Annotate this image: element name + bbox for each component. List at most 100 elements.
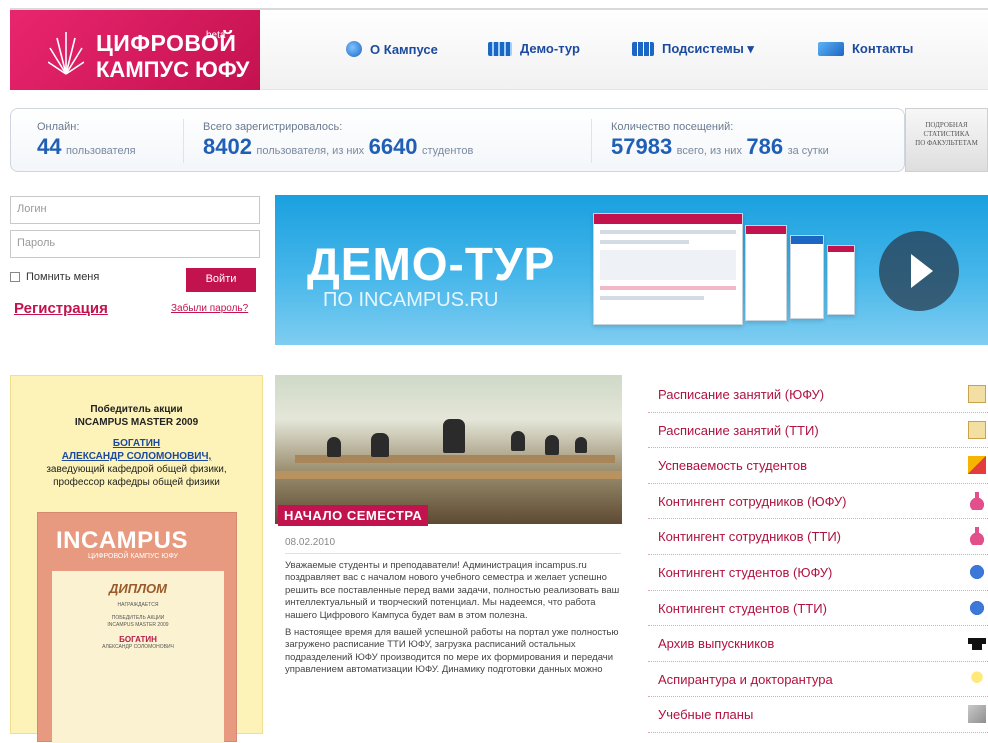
nav-subsystems-label: Подсистемы ▾	[662, 41, 754, 56]
link-staff-sfedu[interactable]: Контингент сотрудников (ЮФУ)	[648, 484, 988, 520]
nav-contacts[interactable]: Контакты	[818, 41, 913, 56]
nav-demo[interactable]: Демо-тур	[488, 41, 580, 56]
diploma-brand-sub: ЦИФРОВОЙ КАМПУС ЮФУ	[88, 553, 178, 560]
stat-students-unit: студентов	[422, 145, 474, 157]
screenshot-preview	[827, 245, 855, 315]
subsystem-links: Расписание занятий (ЮФУ) Расписание заня…	[648, 377, 988, 733]
register-link[interactable]: Регистрация	[14, 300, 108, 317]
remember-label: Помнить меня	[26, 271, 100, 283]
remember-me[interactable]: Помнить меня	[10, 271, 99, 283]
grid-icon	[632, 42, 654, 56]
diploma-awarded: НАГРАЖДАЕТСЯ	[117, 602, 159, 608]
stat-visits: Количество посещений: 57983 всего, из ни…	[611, 121, 829, 160]
winner-name-link[interactable]: БОГАТИН АЛЕКСАНДР СОЛОМОНОВИЧ,	[11, 437, 262, 463]
students-icon	[968, 562, 986, 581]
password-input[interactable]: Пароль	[10, 230, 260, 258]
globe-icon	[346, 41, 362, 57]
stats-divider	[183, 119, 184, 163]
nav-about-label: О Кампусе	[370, 41, 438, 57]
faculty-stats-line-3: ПО ФАКУЛЬТЕТАМ	[915, 139, 978, 148]
book-icon	[968, 705, 986, 724]
diploma-text-1: ПОБЕДИТЕЛЬ АКЦИИ	[111, 615, 165, 621]
logo-line-2: КАМПУС ЮФУ	[96, 57, 250, 82]
news-title[interactable]: НАЧАЛО СЕМЕСТРА	[278, 505, 429, 526]
winner-title-line-2: INCAMPUS MASTER 2009	[74, 416, 199, 428]
remember-checkbox[interactable]	[10, 272, 20, 282]
stat-registered-label: Всего зарегистрировалось:	[203, 121, 343, 133]
link-label: Контингент сотрудников (ЮФУ)	[658, 493, 847, 509]
news-photo[interactable]	[275, 375, 622, 524]
diploma-name-2: АЛЕКСАНДР СОЛОМОНОВИЧ	[102, 644, 174, 650]
faculty-stats-line-1: ПОДРОБНАЯ	[925, 121, 968, 129]
link-label: Расписание занятий (ЮФУ)	[658, 387, 825, 402]
screenshot-preview	[593, 213, 743, 325]
stat-registered: Всего зарегистрировалось: 8402 пользоват…	[203, 121, 473, 160]
diploma-text-2: INCAMPUS MASTER 2009	[107, 622, 169, 628]
login-button[interactable]: Войти	[186, 268, 256, 292]
staff-icon	[968, 527, 986, 546]
stats-divider	[591, 119, 592, 163]
winner-name-line-2: АЛЕКСАНДР СОЛОМОНОВИЧ,	[61, 451, 212, 462]
link-students-sfedu[interactable]: Контингент студентов (ЮФУ)	[648, 555, 988, 591]
link-grades[interactable]: Успеваемость студентов	[648, 448, 988, 484]
stat-visits-label: Количество посещений:	[611, 121, 734, 133]
demo-tour-banner[interactable]: ДЕМО-ТУР ПО INCAMPUS.RU	[275, 195, 988, 345]
news-paragraph-2: В настоящее время для вашей успешной раб…	[285, 627, 619, 676]
screenshot-preview	[745, 225, 787, 321]
play-icon[interactable]	[879, 231, 959, 311]
site-logo[interactable]: ЦИФРОВОЙ beta КАМПУС ЮФУ	[10, 10, 260, 90]
photo-person	[575, 437, 587, 453]
news-paragraph-1: Уважаемые студенты и преподаватели! Адми…	[285, 560, 620, 621]
logo-emblem-icon	[48, 32, 84, 75]
login-input[interactable]: Логин	[10, 196, 260, 224]
stat-daily-unit: за сутки	[787, 145, 829, 157]
nav-subsystems[interactable]: Подсистемы ▾	[632, 41, 754, 57]
photo-person	[371, 433, 389, 457]
link-label: Успеваемость студентов	[658, 458, 807, 474]
nav-contacts-label: Контакты	[852, 41, 914, 56]
link-label: Расписание занятий (ТТИ)	[658, 422, 819, 438]
winner-panel: Победитель акции INCAMPUS MASTER 2009 БО…	[10, 375, 263, 743]
stat-students-value: 6640	[368, 134, 418, 159]
photo-desk	[295, 455, 615, 463]
calendar-icon	[968, 420, 986, 439]
link-students-tti[interactable]: Контингент студентов (ТТИ)	[648, 591, 988, 627]
photo-desk	[275, 471, 622, 479]
link-alumni-archive[interactable]: Архив выпускников	[648, 626, 988, 662]
winner-title-line-1: Победитель акции	[90, 404, 183, 415]
stat-online-unit: пользователя	[65, 145, 136, 157]
faculty-stats-link[interactable]: ПОДРОБНАЯ СТАТИСТИКА ПО ФАКУЛЬТЕТАМ	[905, 108, 988, 172]
nav-demo-label: Демо-тур	[520, 41, 580, 56]
stat-registered-value: 8402	[203, 134, 252, 159]
graduation-cap-icon	[968, 634, 986, 653]
link-label: Архив выпускников	[658, 636, 775, 652]
news-date: 08.02.2010	[285, 537, 336, 548]
winner-name-line-1: БОГАТИН	[112, 438, 161, 449]
winner-desc-line-1: заведующий кафедрой общей физики,	[46, 464, 227, 475]
link-schedule-sfedu[interactable]: Расписание занятий (ЮФУ)	[648, 377, 988, 413]
link-postgraduate[interactable]: Аспирантура и докторантура	[648, 662, 988, 698]
photo-person	[511, 431, 525, 451]
diploma-brand: INCAMPUS	[56, 527, 189, 554]
diploma-image: INCAMPUS ЦИФРОВОЙ КАМПУС ЮФУ ДИПЛОМ НАГР…	[37, 512, 237, 743]
stat-visits-unit: всего, из них	[676, 145, 742, 157]
link-schedule-tti[interactable]: Расписание занятий (ТТИ)	[648, 413, 988, 449]
photo-person	[443, 419, 465, 453]
news-divider	[285, 553, 621, 554]
link-curricula[interactable]: Учебные планы	[648, 697, 988, 733]
banner-title: ДЕМО-ТУР	[307, 238, 556, 290]
link-staff-tti[interactable]: Контингент сотрудников (ТТИ)	[648, 519, 988, 555]
stats-bar: Онлайн: 44 пользователя Всего зарегистри…	[10, 108, 905, 172]
grades-icon	[968, 456, 986, 475]
forgot-password-link[interactable]: Забыли пароль?	[171, 303, 248, 314]
main-nav: О Кампусе Демо-тур Подсистемы ▾ Контакты	[260, 10, 988, 90]
screenshot-preview	[790, 235, 824, 319]
envelope-icon	[818, 41, 844, 56]
stat-online: Онлайн: 44 пользователя	[37, 121, 136, 160]
nav-about[interactable]: О Кампусе	[346, 41, 438, 57]
stat-registered-unit: пользователя, из них	[256, 145, 365, 157]
stat-online-value: 44	[37, 134, 62, 159]
calendar-icon	[968, 385, 986, 403]
stat-online-label: Онлайн:	[37, 121, 80, 133]
diploma-sheet: ДИПЛОМ НАГРАЖДАЕТСЯ ПОБЕДИТЕЛЬ АКЦИИ INC…	[52, 571, 224, 743]
